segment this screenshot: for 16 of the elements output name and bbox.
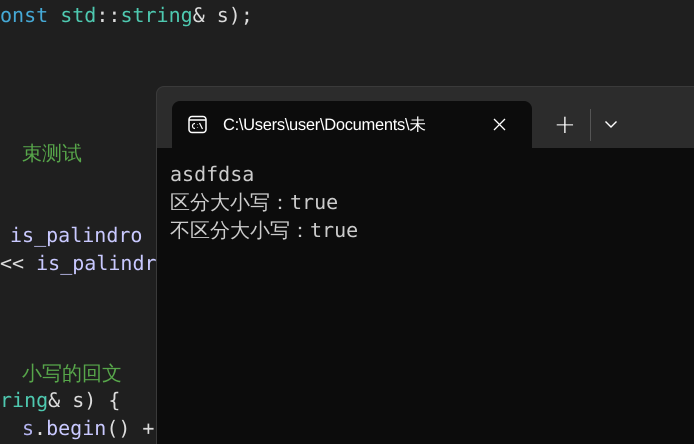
terminal-tab[interactable]: C:\Users\user\Documents\未: [172, 101, 532, 148]
terminal-icon: [188, 115, 207, 134]
output-line: asdfdsa: [170, 161, 254, 188]
close-icon[interactable]: [493, 118, 506, 131]
code-line: is_palindro: [10, 225, 142, 245]
code-line: ring& s) {: [0, 390, 120, 410]
output-line: 不区分大小写：true: [170, 217, 358, 244]
code-line: << is_palindr: [0, 252, 157, 272]
code-line: 小写的回文: [22, 362, 122, 382]
chevron-down-icon[interactable]: [604, 120, 618, 129]
tab-title: C:\Users\user\Documents\未: [223, 114, 427, 136]
code-line: 束测试: [22, 142, 82, 162]
code-line: s.begin() +: [22, 418, 154, 438]
output-line: 区分大小写：true: [170, 189, 338, 216]
new-tab-button[interactable]: +: [544, 110, 586, 140]
code-line: onst std::string& s);: [0, 5, 253, 25]
